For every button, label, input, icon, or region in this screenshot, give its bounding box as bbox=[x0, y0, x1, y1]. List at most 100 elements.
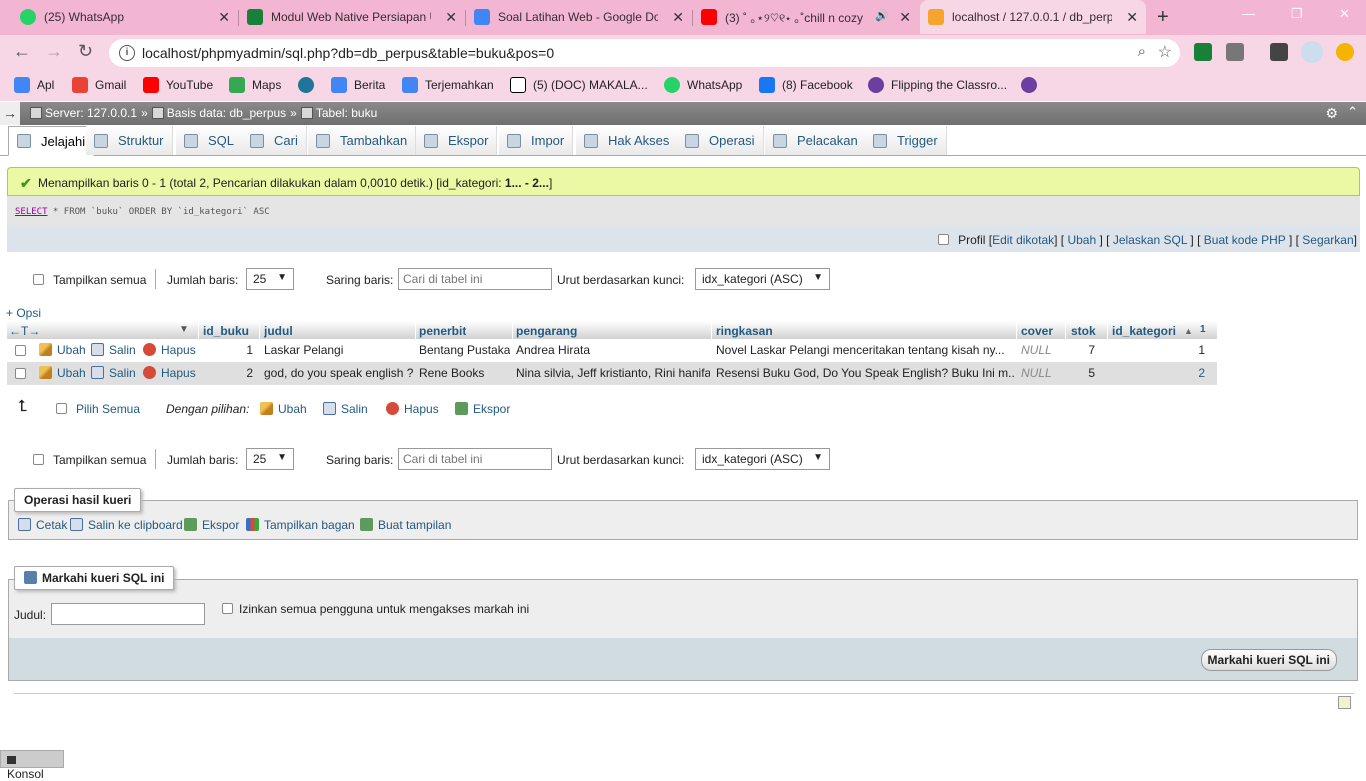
collapse-nav-icon[interactable]: → bbox=[0, 102, 20, 125]
cell-judul[interactable]: Laskar Pelangi bbox=[264, 343, 343, 357]
row-delete-button[interactable]: Hapus bbox=[143, 343, 196, 357]
cell-stok[interactable]: 5 bbox=[1071, 366, 1095, 380]
column-header[interactable]: pengarang bbox=[516, 324, 577, 338]
column-header[interactable]: judul bbox=[264, 324, 293, 338]
cell-id-buku[interactable]: 1 bbox=[207, 343, 253, 357]
bulk-delete-button[interactable]: Hapus bbox=[386, 402, 439, 416]
tab-sql[interactable]: SQL bbox=[176, 126, 244, 155]
column-menu-icon[interactable]: ▼ bbox=[179, 324, 189, 335]
bookmark-gmail[interactable]: Gmail bbox=[72, 77, 126, 93]
avatar[interactable] bbox=[1301, 41, 1323, 63]
options-link[interactable]: + Opsi bbox=[6, 306, 41, 320]
rows-select[interactable]: 25 ▼ bbox=[246, 268, 294, 290]
explain-sql-link[interactable]: Jelaskan SQL bbox=[1113, 233, 1187, 247]
browser-tab-modul[interactable]: Modul Web Native Persiapan U ✕ bbox=[239, 0, 465, 34]
tab-insert[interactable]: Tambahkan bbox=[308, 126, 417, 155]
share-bookmark-checkbox[interactable] bbox=[222, 603, 233, 614]
browser-tab-phpmyadmin[interactable]: localhost / 127.0.0.1 / db_perpu ✕ bbox=[920, 0, 1146, 34]
bookmark-flipping[interactable]: Flipping the Classro... bbox=[868, 77, 1007, 93]
breadcrumb-db[interactable]: Basis data: db_perpus bbox=[151, 106, 286, 120]
column-header[interactable]: id_buku bbox=[203, 324, 249, 338]
bulk-export-button[interactable]: Ekspor bbox=[455, 402, 510, 416]
column-header[interactable]: stok bbox=[1071, 324, 1096, 338]
print-link[interactable]: Cetak bbox=[18, 518, 67, 532]
export-link[interactable]: Ekspor bbox=[184, 518, 239, 532]
column-resize-icon[interactable]: ←T→ bbox=[9, 324, 40, 338]
sql-query-box[interactable]: SELECT * FROM `buku` ORDER BY `id_katego… bbox=[7, 196, 1360, 226]
gear-icon[interactable]: ⚙ bbox=[1325, 105, 1338, 122]
column-header[interactable]: ringkasan bbox=[716, 324, 773, 338]
cell-ringkasan[interactable]: Resensi Buku God, Do You Speak English? … bbox=[716, 366, 1014, 380]
bookmark-youtube[interactable]: YouTube bbox=[143, 77, 213, 93]
cell-pengarang[interactable]: Andrea Hirata bbox=[516, 343, 710, 357]
column-header[interactable]: cover bbox=[1021, 324, 1053, 338]
show-all-checkbox[interactable] bbox=[33, 274, 44, 285]
create-php-link[interactable]: Buat kode PHP bbox=[1204, 233, 1286, 247]
copy-clipboard-link[interactable]: Salin ke clipboard bbox=[70, 518, 183, 532]
back-icon[interactable]: ← bbox=[13, 41, 31, 62]
rows-select[interactable]: 25 ▼ bbox=[246, 448, 294, 470]
bookmark-berita[interactable]: Berita bbox=[331, 77, 385, 93]
cell-cover[interactable]: NULL bbox=[1021, 343, 1052, 357]
row-delete-button[interactable]: Hapus bbox=[143, 366, 196, 380]
breadcrumb-table[interactable]: Tabel: buku bbox=[300, 106, 377, 120]
filter-input[interactable]: Cari di tabel ini bbox=[398, 448, 552, 470]
row-copy-button[interactable]: Salin bbox=[91, 366, 136, 380]
download-icon[interactable] bbox=[1226, 43, 1244, 61]
browser-tab-youtube[interactable]: (3) ˚ ｡⋆୨♡୧⋆ ｡˚chill n cozy | kp 🔊 ✕ bbox=[693, 0, 919, 34]
url-text[interactable]: localhost/phpmyadmin/sql.php?db=db_perpu… bbox=[142, 45, 554, 61]
bulk-copy-button[interactable]: Salin bbox=[323, 402, 368, 416]
minimize-button[interactable]: — bbox=[1242, 6, 1255, 21]
tab-tracking[interactable]: Pelacakan bbox=[765, 126, 867, 155]
sort-select[interactable]: idx_kategori (ASC) ▼ bbox=[695, 448, 830, 470]
classroom-extension-icon[interactable] bbox=[1194, 43, 1212, 61]
zoom-icon[interactable]: ⌕ bbox=[1138, 43, 1146, 60]
tab-search[interactable]: Cari bbox=[242, 126, 307, 155]
close-icon[interactable]: ✕ bbox=[899, 9, 911, 26]
table-row[interactable]: Ubah Salin Hapus 1 Laskar Pelangi Bentan… bbox=[7, 339, 1217, 362]
bookmark-apps[interactable]: Apl bbox=[14, 77, 54, 93]
cell-penerbit[interactable]: Bentang Pustaka bbox=[419, 343, 510, 357]
create-view-link[interactable]: Buat tampilan bbox=[360, 518, 451, 532]
cell-penerbit[interactable]: Rene Books bbox=[419, 366, 484, 380]
bookmark-title-input[interactable] bbox=[51, 603, 205, 625]
close-icon[interactable]: ✕ bbox=[218, 9, 230, 26]
row-checkbox[interactable] bbox=[15, 368, 26, 379]
tab-structure[interactable]: Struktur bbox=[86, 126, 173, 155]
cell-id-kategori[interactable]: 1 bbox=[1157, 343, 1205, 357]
profil-checkbox[interactable] bbox=[937, 234, 949, 245]
print-view-icon[interactable] bbox=[1338, 696, 1351, 709]
star-icon[interactable]: ☆ bbox=[1158, 42, 1172, 62]
breadcrumb-server[interactable]: Server: 127.0.0.1 bbox=[30, 106, 137, 120]
cell-pengarang[interactable]: Nina silvia, Jeff kristianto, Rini hanif… bbox=[516, 366, 710, 380]
select-all-label[interactable]: Pilih Semua bbox=[76, 402, 140, 416]
info-icon[interactable]: i bbox=[119, 45, 135, 61]
bookmark-facebook[interactable]: (8) Facebook bbox=[759, 77, 853, 93]
tab-privileges[interactable]: Hak Akses bbox=[576, 126, 679, 155]
edit-inline-link[interactable]: Edit dikotak bbox=[992, 233, 1054, 247]
row-copy-button[interactable]: Salin bbox=[91, 343, 136, 357]
browser-tab-soal[interactable]: Soal Latihan Web - Google Do ✕ bbox=[466, 0, 692, 34]
console-button[interactable]: Konsol bbox=[0, 750, 64, 781]
reload-icon[interactable]: ↻ bbox=[78, 41, 93, 62]
show-all-checkbox[interactable] bbox=[33, 454, 44, 465]
sort-select[interactable]: idx_kategori (ASC) ▼ bbox=[695, 268, 830, 290]
bookmark-wordpress[interactable] bbox=[298, 77, 321, 93]
row-edit-button[interactable]: Ubah bbox=[39, 343, 86, 357]
bookmark-maps[interactable]: Maps bbox=[229, 77, 281, 93]
edit-link[interactable]: Ubah bbox=[1067, 233, 1096, 247]
row-checkbox[interactable] bbox=[15, 345, 26, 356]
chart-link[interactable]: Tampilkan bagan bbox=[246, 518, 355, 532]
bulk-edit-button[interactable]: Ubah bbox=[260, 402, 307, 416]
bookmark-translate[interactable]: Terjemahkan bbox=[402, 77, 494, 93]
table-row[interactable]: Ubah Salin Hapus 2 god, do you speak eng… bbox=[7, 362, 1217, 385]
refresh-link[interactable]: Segarkan bbox=[1302, 233, 1353, 247]
cell-ringkasan[interactable]: Novel Laskar Pelangi menceritakan tentan… bbox=[716, 343, 1014, 357]
bookmark-submit-button[interactable]: Markahi kueri SQL ini bbox=[1200, 649, 1337, 671]
row-edit-button[interactable]: Ubah bbox=[39, 366, 86, 380]
tab-export[interactable]: Ekspor bbox=[416, 126, 498, 155]
cell-stok[interactable]: 7 bbox=[1071, 343, 1095, 357]
close-icon[interactable]: ✕ bbox=[1126, 9, 1138, 26]
tab-browse[interactable]: Jelajahi bbox=[8, 126, 95, 156]
column-header[interactable]: penerbit bbox=[419, 324, 466, 338]
